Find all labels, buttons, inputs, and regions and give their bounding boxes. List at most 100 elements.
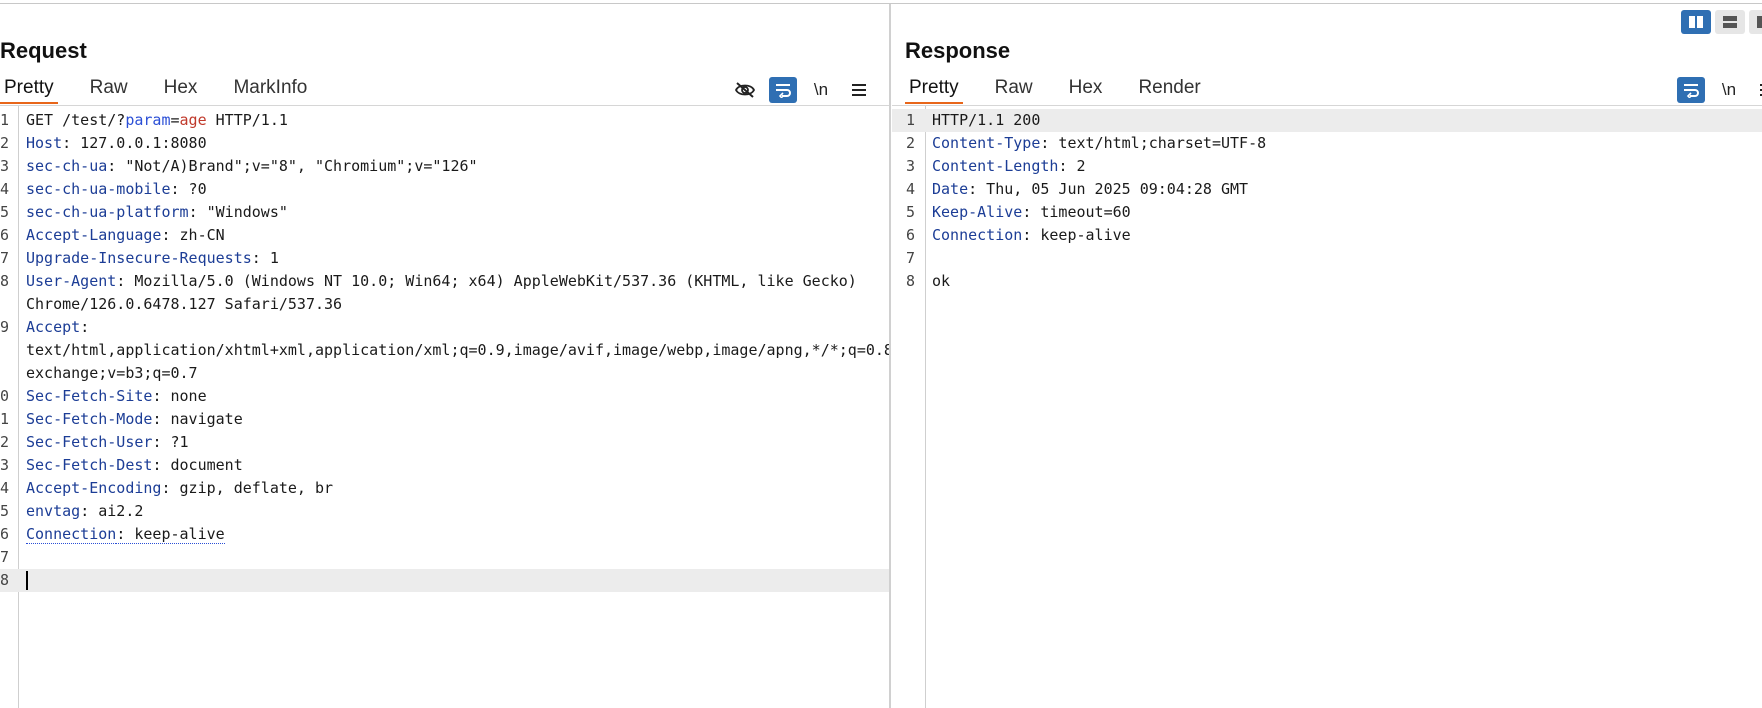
code-token: Host bbox=[26, 134, 63, 152]
request-tab-raw[interactable]: Raw bbox=[86, 74, 132, 102]
code-line: 3 Content-Length: 2 bbox=[892, 155, 1762, 178]
code-token: Content-Length bbox=[932, 157, 1059, 175]
line-number: 5 bbox=[906, 203, 916, 221]
line-number: 6 bbox=[0, 525, 10, 543]
newline-toggle[interactable]: \n bbox=[807, 77, 835, 103]
response-toolbar: \n bbox=[1677, 76, 1762, 104]
code-token: : "Not/A)Brand";v="8", "Chromium";v="126… bbox=[107, 157, 478, 175]
code-line: 9 Accept: text/html,application/xhtml+xml… bbox=[0, 316, 889, 385]
code-token: = bbox=[170, 111, 180, 129]
line-text: Date: Thu, 05 Jun 2025 09:04:28 GMT bbox=[932, 178, 1752, 201]
line-number: 4 bbox=[0, 479, 10, 497]
pane-splitter[interactable] bbox=[889, 4, 891, 708]
code-token: ok bbox=[932, 272, 951, 290]
code-line: 8 User-Agent: Mozilla/5.0 (Windows NT 10.… bbox=[0, 270, 889, 316]
line-text bbox=[932, 247, 1752, 270]
code-line: 4 Date: Thu, 05 Jun 2025 09:04:28 GMT bbox=[892, 178, 1762, 201]
line-text: ok bbox=[932, 270, 1752, 293]
code-line: 7 bbox=[892, 247, 1762, 270]
line-number: 8 bbox=[906, 272, 916, 290]
line-text: sec-ch-ua-platform: "Windows" bbox=[26, 201, 879, 224]
split-horizontal-icon[interactable] bbox=[1681, 10, 1711, 34]
code-token: GET /test/? bbox=[26, 111, 126, 129]
response-tab-render[interactable]: Render bbox=[1134, 74, 1204, 102]
code-token: Accept bbox=[26, 318, 81, 336]
code-token: : timeout=60 bbox=[1022, 203, 1131, 221]
response-editor[interactable]: 1 HTTP/1.1 200 2 Content-Type: text/html;ch… bbox=[892, 106, 1762, 708]
single-pane-icon[interactable] bbox=[1749, 10, 1762, 34]
response-title: Response bbox=[905, 38, 1011, 63]
wrap-icon[interactable] bbox=[769, 77, 797, 103]
code-line: 7 Upgrade-Insecure-Requests: 1 bbox=[0, 247, 889, 270]
menu-icon[interactable] bbox=[845, 77, 873, 103]
request-tab-markinfo[interactable]: MarkInfo bbox=[229, 74, 311, 102]
code-token: sec-ch-ua-platform bbox=[26, 203, 189, 221]
request-tabs: Pretty Raw Hex MarkInfo bbox=[0, 74, 311, 104]
line-text: Upgrade-Insecure-Requests: 1 bbox=[26, 247, 879, 270]
code-token: Sec-Fetch-Dest bbox=[26, 456, 153, 474]
request-editor[interactable]: 1 GET /test/?param=age HTTP/1.1 2 Host: 127… bbox=[0, 106, 889, 708]
code-line: 0 Sec-Fetch-Site: none bbox=[0, 385, 889, 408]
code-token: : text/html;charset=UTF-8 bbox=[1040, 134, 1267, 152]
request-pane: Request Pretty Raw Hex MarkInfo \n 1 GET … bbox=[0, 4, 889, 708]
code-token: : ?1 bbox=[152, 433, 189, 451]
line-text bbox=[26, 546, 879, 569]
code-line: 6 Accept-Language: zh-CN bbox=[0, 224, 889, 247]
code-token: : 1 bbox=[251, 249, 279, 267]
code-line: 2 Host: 127.0.0.1:8080 bbox=[0, 132, 889, 155]
request-tab-hex[interactable]: Hex bbox=[160, 74, 202, 102]
code-token: param bbox=[125, 111, 171, 129]
response-tab-pretty[interactable]: Pretty bbox=[905, 74, 963, 104]
code-token: envtag bbox=[26, 502, 81, 520]
wrap-icon[interactable] bbox=[1677, 77, 1705, 103]
code-line: 8 ok bbox=[892, 270, 1762, 293]
line-number: 2 bbox=[0, 433, 10, 451]
line-number: 7 bbox=[0, 548, 10, 566]
line-number: 1 bbox=[906, 111, 916, 129]
text-cursor bbox=[26, 571, 28, 590]
code-token: : keep-alive bbox=[1022, 226, 1131, 244]
line-text: sec-ch-ua: "Not/A)Brand";v="8", "Chromiu… bbox=[26, 155, 879, 178]
code-line: 6 Connection: keep-alive bbox=[0, 523, 889, 546]
code-token: Content-Type bbox=[932, 134, 1041, 152]
code-token: : document bbox=[152, 456, 243, 474]
code-token: : ?0 bbox=[170, 180, 207, 198]
line-text: Accept: text/html,application/xhtml+xml,… bbox=[26, 316, 889, 385]
line-text: Sec-Fetch-Site: none bbox=[26, 385, 879, 408]
line-number: 8 bbox=[0, 571, 10, 589]
eye-slash-icon[interactable] bbox=[731, 77, 759, 103]
code-token: Accept-Encoding bbox=[26, 479, 162, 497]
response-code: 1 HTTP/1.1 200 2 Content-Type: text/html;ch… bbox=[892, 109, 1762, 293]
line-text: Keep-Alive: timeout=60 bbox=[932, 201, 1752, 224]
code-token: Connection bbox=[26, 525, 117, 544]
code-line: 2 Content-Type: text/html;charset=UTF-8 bbox=[892, 132, 1762, 155]
code-line: 3 sec-ch-ua: "Not/A)Brand";v="8", "Chromi… bbox=[0, 155, 889, 178]
line-number: 0 bbox=[0, 387, 10, 405]
line-number: 6 bbox=[0, 226, 10, 244]
code-token: : keep-alive bbox=[116, 525, 225, 544]
code-token: : navigate bbox=[152, 410, 243, 428]
code-token: : 2 bbox=[1058, 157, 1086, 175]
code-line: 2 Sec-Fetch-User: ?1 bbox=[0, 431, 889, 454]
code-line: 5 Keep-Alive: timeout=60 bbox=[892, 201, 1762, 224]
code-token: HTTP/1.1 bbox=[206, 111, 288, 129]
response-tabs: Pretty Raw Hex Render bbox=[905, 74, 1205, 104]
code-token: Sec-Fetch-Mode bbox=[26, 410, 153, 428]
code-token: : gzip, deflate, br bbox=[161, 479, 334, 497]
line-text: Sec-Fetch-Mode: navigate bbox=[26, 408, 879, 431]
code-line: 1 Sec-Fetch-Mode: navigate bbox=[0, 408, 889, 431]
line-number: 3 bbox=[906, 157, 916, 175]
newline-toggle[interactable]: \n bbox=[1715, 77, 1743, 103]
response-tab-raw[interactable]: Raw bbox=[991, 74, 1037, 102]
response-tab-hex[interactable]: Hex bbox=[1065, 74, 1107, 102]
line-text: Content-Length: 2 bbox=[932, 155, 1752, 178]
line-number: 2 bbox=[906, 134, 916, 152]
code-token: User-Agent bbox=[26, 272, 117, 290]
request-tab-pretty[interactable]: Pretty bbox=[0, 74, 58, 104]
split-vertical-icon[interactable] bbox=[1715, 10, 1745, 34]
code-token: Upgrade-Insecure-Requests bbox=[26, 249, 252, 267]
code-line: 6 Connection: keep-alive bbox=[892, 224, 1762, 247]
code-token: : 127.0.0.1:8080 bbox=[62, 134, 207, 152]
line-number: 6 bbox=[906, 226, 916, 244]
menu-icon[interactable] bbox=[1753, 77, 1762, 103]
